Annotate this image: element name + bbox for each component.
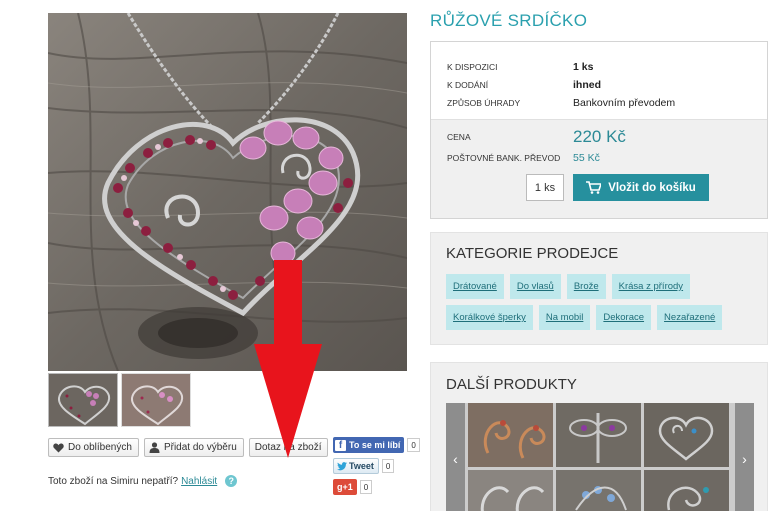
facebook-icon: f	[335, 439, 346, 451]
heart-icon	[53, 443, 64, 452]
facebook-like-label: To se mi líbí	[349, 440, 401, 450]
product-thumb-image	[556, 470, 641, 511]
category-tag[interactable]: Nezařazené	[657, 305, 723, 330]
product-thumb[interactable]	[556, 470, 641, 511]
add-to-favorites-label: Do oblíbených	[68, 442, 132, 453]
price-row: CENA 220 Kč	[447, 127, 626, 147]
product-thumb-image	[468, 403, 553, 467]
twitter-bird-icon	[337, 461, 347, 470]
thumbnail-strip	[48, 373, 191, 427]
seller-categories: KATEGORIE PRODEJCE Drátované Do vlasů Br…	[430, 232, 768, 345]
availability-value: 1 ks	[573, 61, 594, 73]
add-to-selection-label: Přidat do výběru	[163, 442, 237, 453]
category-tag[interactable]: Drátované	[446, 274, 504, 299]
facebook-like-button[interactable]: f To se mi líbí	[333, 437, 405, 453]
add-to-selection-button[interactable]: Přidat do výběru	[143, 438, 244, 457]
thumbnail-2-image	[122, 374, 190, 426]
product-info-box: K DISPOZICI 1 ks K DODÁNÍ ihned ZPŮSOB Ú…	[430, 41, 768, 219]
payment-label: ZPŮSOB ÚHRADY	[447, 98, 521, 108]
heart-pendant-image	[48, 13, 407, 371]
price-area: CENA 220 Kč POŠTOVNÉ BANK. PŘEVOD 55 Kč …	[431, 119, 767, 218]
product-main-photo[interactable]	[48, 13, 407, 371]
price-value: 220 Kč	[573, 127, 626, 146]
google-plus-button[interactable]: g+1	[333, 479, 357, 495]
shipping-row: POŠTOVNÉ BANK. PŘEVOD 55 Kč	[447, 152, 600, 164]
thumbnail-1-image	[49, 374, 117, 426]
product-thumb-image	[468, 470, 553, 511]
more-products: DALŠÍ PRODUKTY ‹ ›	[430, 362, 768, 511]
category-tag[interactable]: Dekorace	[596, 305, 652, 330]
price-label: CENA	[447, 132, 471, 142]
add-to-favorites-button[interactable]: Do oblíbených	[48, 438, 139, 457]
delivery-label: K DODÁNÍ	[447, 80, 489, 90]
delivery-row: K DODÁNÍ ihned	[447, 76, 767, 94]
category-tag[interactable]: Brože	[566, 274, 606, 299]
carousel-next-button[interactable]: ›	[735, 403, 754, 511]
product-thumb[interactable]	[468, 470, 553, 511]
availability-label: K DISPOZICI	[447, 62, 498, 72]
product-thumb-image	[644, 470, 729, 511]
category-tag[interactable]: Korálkové šperky	[446, 305, 533, 330]
google-plus-label: g+1	[337, 482, 353, 492]
availability-row: K DISPOZICI 1 ks	[447, 58, 767, 76]
user-icon	[149, 442, 160, 453]
thumbnail-2[interactable]	[121, 373, 191, 427]
chevron-left-icon: ‹	[453, 451, 458, 467]
report-link[interactable]: Nahlásit	[181, 476, 217, 487]
shipping-label: POŠTOVNÉ BANK. PŘEVOD	[447, 153, 561, 163]
tweet-button[interactable]: Tweet	[333, 458, 379, 474]
category-tag[interactable]: Na mobil	[538, 305, 591, 330]
carousel-prev-button[interactable]: ‹	[446, 403, 465, 511]
product-thumb[interactable]	[644, 470, 729, 511]
product-thumb-image	[556, 403, 641, 467]
delivery-value: ihned	[573, 79, 601, 91]
shipping-value: 55 Kč	[573, 152, 600, 164]
category-tags: Drátované Do vlasů Brože Krása z přírody…	[446, 274, 756, 330]
payment-value: Bankovním převodem	[573, 97, 676, 109]
social-share: f To se mi líbí 0 Tweet 0 g+1 0	[333, 437, 420, 495]
chevron-right-icon: ›	[742, 451, 747, 467]
tweet-count: 0	[381, 459, 395, 473]
google-plus-count: 0	[359, 480, 373, 494]
more-products-carousel: ‹ ›	[446, 403, 754, 511]
product-thumb[interactable]	[468, 403, 553, 467]
category-tag[interactable]: Do vlasů	[509, 274, 561, 299]
facebook-like-count: 0	[407, 438, 420, 452]
payment-row: ZPŮSOB ÚHRADY Bankovním převodem	[447, 94, 767, 112]
cart-icon	[586, 181, 602, 194]
report-line: Toto zboží na Simiru nepatří? Nahlásit ?	[48, 475, 238, 487]
quantity-input[interactable]: 1 ks	[526, 174, 564, 201]
add-to-cart-label: Vložit do košíku	[608, 181, 696, 194]
tweet-label: Tweet	[349, 461, 374, 471]
product-thumb[interactable]	[556, 403, 641, 467]
seller-categories-heading: KATEGORIE PRODEJCE	[446, 245, 619, 262]
thumbnail-1[interactable]	[48, 373, 118, 427]
add-to-cart-button[interactable]: Vložit do košíku	[573, 174, 709, 201]
product-title: RŮŽOVÉ SRDÍČKO	[430, 11, 588, 30]
help-icon[interactable]: ?	[225, 475, 238, 487]
more-products-heading: DALŠÍ PRODUKTY	[446, 376, 577, 393]
report-question-text: Toto zboží na Simiru nepatří?	[48, 475, 179, 487]
annotation-arrow-down-icon	[254, 260, 322, 458]
product-thumb[interactable]	[644, 403, 729, 467]
product-thumb-image	[644, 403, 729, 467]
category-tag[interactable]: Krása z přírody	[611, 274, 691, 299]
